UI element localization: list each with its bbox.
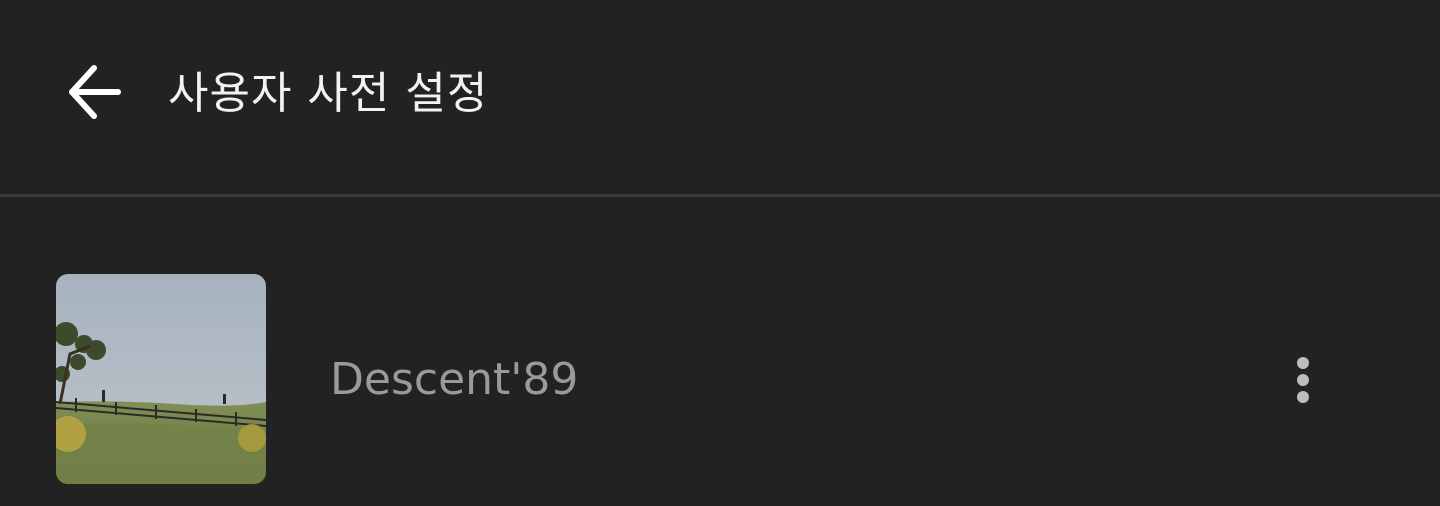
preset-thumbnail [56, 274, 266, 484]
back-button[interactable] [52, 50, 136, 134]
preset-name: Descent'89 [330, 354, 579, 405]
app-bar: 사용자 사전 설정 [0, 0, 1440, 194]
arrow-left-icon [69, 65, 121, 119]
page-title: 사용자 사전 설정 [168, 68, 489, 119]
more-icon-dot [1297, 374, 1309, 386]
user-presets-screen: 사용자 사전 설정 Descent'89 [0, 0, 1440, 506]
more-icon-dot [1297, 391, 1309, 403]
header-divider [0, 194, 1440, 197]
more-vertical-icon [1297, 357, 1309, 369]
preset-list-item[interactable]: Descent'89 [0, 252, 1440, 506]
preset-more-button[interactable] [1272, 344, 1334, 416]
